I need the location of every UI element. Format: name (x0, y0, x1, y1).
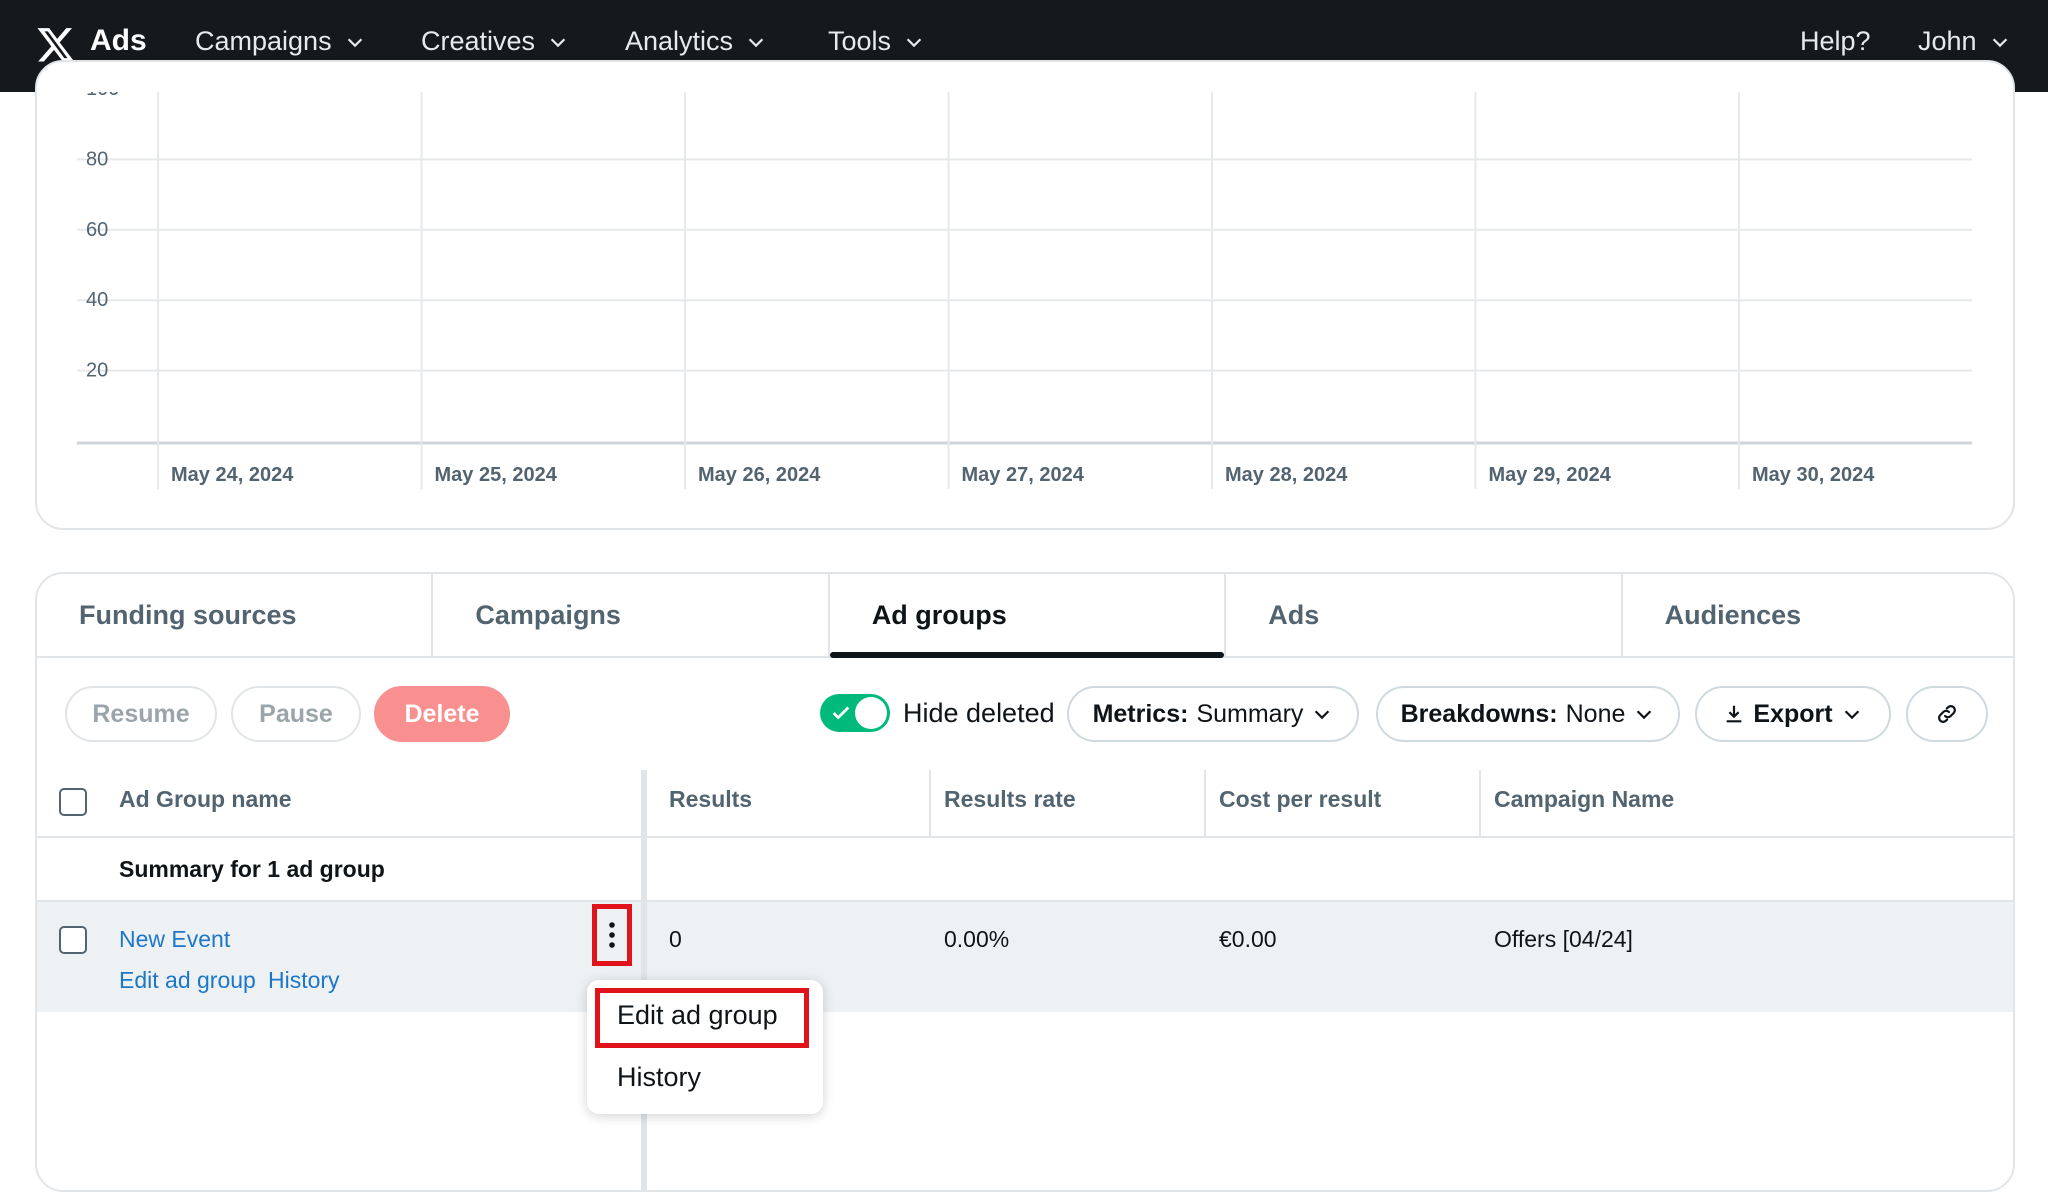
delete-button[interactable]: Delete (374, 686, 510, 742)
cost-per-result-value: €0.00 (1219, 926, 1277, 952)
export-dropdown[interactable]: Export (1695, 686, 1891, 742)
metrics-value: Summary (1196, 699, 1304, 728)
nav-creatives-label: Creatives (421, 26, 536, 56)
resume-button[interactable]: Resume (65, 686, 217, 742)
breakdowns-label: Breakdowns: (1400, 699, 1558, 728)
tab-campaigns[interactable]: Campaigns (433, 574, 830, 656)
summary-row: Summary for 1 ad group (119, 856, 385, 882)
col-divider (929, 770, 931, 836)
header-divider (37, 836, 2013, 838)
col-cost-per-result[interactable]: Cost per result (1219, 786, 1381, 813)
y-tick-label: 40 (86, 289, 108, 311)
tab-funding-sources[interactable]: Funding sources (37, 574, 434, 656)
nav-campaigns-label: Campaigns (195, 26, 332, 56)
x-logo-icon[interactable] (36, 24, 76, 64)
edit-ad-group-link[interactable]: Edit ad group (119, 967, 256, 994)
nav-campaigns[interactable]: Campaigns (195, 26, 366, 57)
y-tick-label: 60 (86, 219, 108, 241)
help-link[interactable]: Help? (1800, 26, 1871, 57)
chevron-down-icon (347, 37, 362, 47)
x-tick-label: May 29, 2024 (1489, 464, 1612, 486)
select-all-checkbox[interactable] (59, 788, 87, 816)
entity-tabs: Funding sources Campaigns Ad groups Ads … (37, 574, 2013, 658)
more-vertical-icon (609, 922, 615, 948)
chevron-down-icon (1844, 710, 1859, 720)
ad-group-name-link[interactable]: New Event (119, 926, 230, 953)
row-actions-button[interactable] (592, 904, 632, 966)
y-tick-label: 20 (86, 360, 108, 382)
table-row[interactable] (37, 902, 2013, 1012)
download-icon (1727, 705, 1742, 723)
results-rate-value: 0.00% (944, 926, 1010, 952)
tab-ads[interactable]: Ads (1226, 574, 1623, 656)
link-icon (1938, 705, 1956, 723)
history-link[interactable]: History (268, 967, 340, 994)
menu-edit-ad-group[interactable]: Edit ad group (617, 1000, 778, 1031)
metrics-dropdown[interactable]: Metrics: Summary (1067, 686, 1359, 742)
user-name: John (1918, 26, 1977, 56)
nav-creatives[interactable]: Creatives (421, 26, 569, 57)
brand-name[interactable]: Ads (90, 24, 147, 58)
x-tick-label: May 26, 2024 (698, 464, 821, 486)
col-divider (1204, 770, 1206, 836)
metrics-label: Metrics: (1092, 699, 1189, 728)
chevron-down-icon (550, 37, 566, 47)
tab-audiences[interactable]: Audiences (1623, 574, 2013, 656)
x-tick-label: May 25, 2024 (435, 464, 558, 486)
breakdowns-dropdown[interactable]: Breakdowns: None (1376, 686, 1680, 742)
chevron-down-icon (748, 37, 764, 47)
nav-tools-label: Tools (828, 26, 892, 56)
export-label: Export (1753, 699, 1833, 728)
col-campaign-name[interactable]: Campaign Name (1494, 786, 1674, 813)
hide-deleted-toggle[interactable] (820, 694, 890, 732)
row-actions-menu: Edit ad group History (587, 980, 823, 1114)
check-icon (832, 706, 850, 720)
col-ad-group-name[interactable]: Ad Group name (119, 786, 292, 813)
row-checkbox[interactable] (59, 926, 87, 954)
results-value: 0 (669, 926, 682, 952)
nav-analytics-label: Analytics (625, 26, 734, 56)
x-tick-label: May 27, 2024 (962, 464, 1085, 486)
col-divider (1479, 770, 1481, 836)
hide-deleted-label: Hide deleted (903, 698, 1055, 728)
col-results-rate[interactable]: Results rate (944, 786, 1076, 813)
performance-chart: 100 80 60 40 20 May 24, 2024 May 25, 2024 May 2… (77, 92, 1972, 489)
nav-tools[interactable]: Tools (828, 26, 925, 57)
nav-analytics[interactable]: Analytics (625, 26, 767, 57)
y-tick-label: 100 (86, 92, 119, 100)
user-menu[interactable]: John (1918, 26, 2011, 57)
help-label: Help? (1800, 26, 1871, 56)
x-tick-label: May 28, 2024 (1225, 464, 1348, 486)
chevron-down-icon (1992, 37, 2007, 47)
breakdowns-value: None (1565, 699, 1626, 728)
menu-history[interactable]: History (617, 1062, 701, 1093)
chevron-down-icon (906, 37, 922, 47)
toggle-knob (855, 697, 887, 729)
campaign-name-value: Offers [04/24] (1494, 926, 1633, 952)
tab-ad-groups[interactable]: Ad groups (829, 574, 1227, 658)
copy-link-button[interactable] (1906, 686, 1988, 742)
y-tick-label: 80 (86, 148, 108, 170)
chevron-down-icon (1637, 710, 1652, 720)
col-results[interactable]: Results (669, 786, 752, 813)
x-tick-label: May 30, 2024 (1752, 464, 1875, 486)
x-tick-label: May 24, 2024 (171, 464, 294, 486)
pause-button[interactable]: Pause (231, 686, 361, 742)
entity-table-card: Funding sources Campaigns Ad groups Ads … (35, 572, 2015, 1192)
chevron-down-icon (1315, 710, 1330, 720)
